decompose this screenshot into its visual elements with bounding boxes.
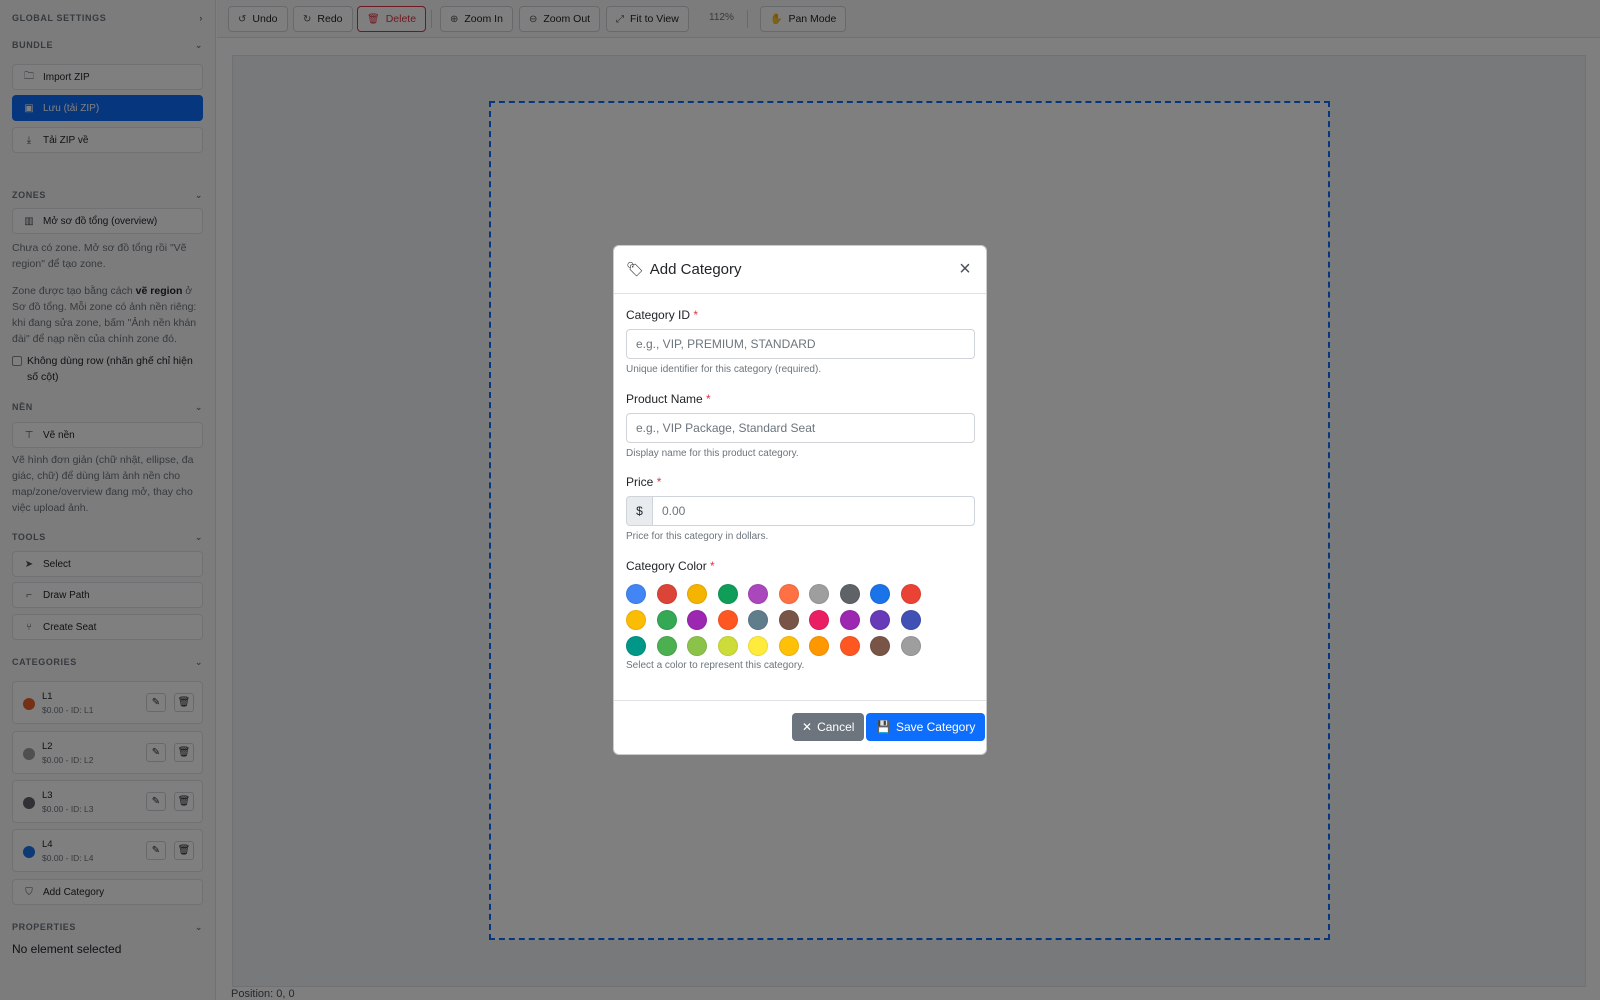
- label-text: Category Color: [626, 559, 707, 573]
- color-swatch[interactable]: [687, 610, 707, 630]
- modal-header: 🏷 Add Category ×: [614, 246, 986, 294]
- button-label: Save Category: [895, 720, 976, 734]
- color-swatch-row: [626, 610, 946, 630]
- color-swatch[interactable]: [839, 636, 860, 656]
- label-text: Category ID: [626, 308, 691, 322]
- label-text: Product Name: [626, 392, 703, 406]
- color-swatch[interactable]: [748, 636, 768, 656]
- x-icon: ✕: [802, 720, 813, 734]
- color-swatch[interactable]: [900, 584, 921, 604]
- currency-addon: $: [626, 496, 652, 526]
- button-label: Cancel: [817, 720, 855, 734]
- save-category-button[interactable]: 💾 Save Category: [866, 713, 986, 741]
- close-icon[interactable]: ×: [954, 258, 976, 280]
- color-swatch[interactable]: [656, 584, 677, 604]
- color-swatch-row: [626, 584, 946, 604]
- price-input-group: $ 0.00: [626, 496, 975, 526]
- price-label: Price *: [626, 475, 661, 489]
- color-swatch[interactable]: [900, 610, 921, 630]
- required-marker: *: [656, 475, 662, 489]
- color-swatch[interactable]: [778, 584, 799, 604]
- color-swatch[interactable]: [717, 610, 738, 630]
- required-marker: *: [706, 392, 711, 406]
- modal-title-text: Add Category: [649, 261, 742, 278]
- price-input[interactable]: 0.00: [652, 496, 975, 526]
- product-name-input[interactable]: e.g., VIP Package, Standard Seat: [626, 413, 975, 443]
- color-swatch[interactable]: [870, 584, 890, 604]
- required-marker: *: [693, 308, 699, 322]
- category-id-label: Category ID *: [626, 308, 698, 322]
- color-swatch[interactable]: [870, 610, 890, 630]
- cancel-button[interactable]: ✕ Cancel: [792, 713, 865, 741]
- modal-title: 🏷 Add Category: [626, 261, 742, 278]
- color-swatch[interactable]: [717, 584, 738, 604]
- color-swatch[interactable]: [748, 584, 768, 604]
- color-swatch[interactable]: [626, 636, 646, 656]
- save-icon: 💾: [876, 720, 891, 734]
- modal-footer: ✕ Cancel 💾 Save Category: [614, 700, 986, 754]
- color-swatch-row: [626, 636, 946, 656]
- color-swatch[interactable]: [748, 610, 768, 630]
- product-name-label: Product Name *: [626, 392, 711, 406]
- color-swatch[interactable]: [717, 636, 738, 656]
- required-marker: *: [710, 559, 715, 573]
- color-swatch[interactable]: [687, 636, 707, 656]
- color-swatch[interactable]: [687, 584, 707, 604]
- color-swatch[interactable]: [778, 610, 799, 630]
- color-swatch[interactable]: [900, 636, 921, 656]
- category-id-input[interactable]: e.g., VIP, PREMIUM, STANDARD: [626, 329, 975, 359]
- color-swatch[interactable]: [656, 610, 677, 630]
- add-category-modal: 🏷 Add Category × Category ID * e.g., VIP…: [613, 245, 987, 755]
- label-text: Price: [626, 475, 654, 489]
- color-swatch[interactable]: [839, 584, 860, 604]
- color-swatch[interactable]: [809, 610, 829, 630]
- color-swatch[interactable]: [839, 610, 860, 630]
- color-swatch[interactable]: [626, 584, 646, 604]
- color-swatch-grid: [626, 584, 946, 662]
- color-swatch[interactable]: [870, 636, 890, 656]
- category-color-label: Category Color *: [626, 559, 715, 573]
- category-color-hint: Select a color to represent this categor…: [626, 660, 805, 671]
- color-swatch[interactable]: [778, 636, 799, 656]
- color-swatch[interactable]: [809, 584, 829, 604]
- product-name-hint: Display name for this product category.: [626, 448, 799, 459]
- color-swatch[interactable]: [656, 636, 677, 656]
- tags-icon: 🏷: [626, 261, 644, 277]
- color-swatch[interactable]: [809, 636, 829, 656]
- color-swatch[interactable]: [626, 610, 646, 630]
- category-id-hint: Unique identifier for this category (req…: [626, 364, 822, 375]
- price-hint: Price for this category in dollars.: [626, 531, 769, 542]
